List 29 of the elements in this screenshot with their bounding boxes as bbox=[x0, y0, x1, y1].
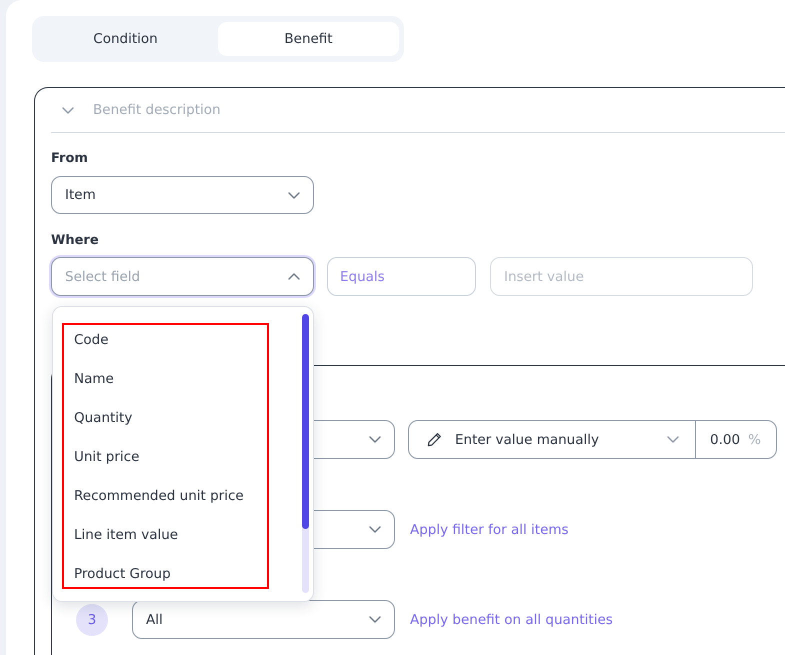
menu-item[interactable]: Name bbox=[72, 367, 116, 391]
field-label: Where bbox=[51, 233, 99, 249]
apply-link[interactable]: Apply benefit on all quantities bbox=[410, 612, 613, 628]
step-badge: 3 bbox=[76, 604, 108, 636]
chevron-down-icon bbox=[369, 526, 381, 533]
amount-field[interactable]: 0.00 % bbox=[696, 421, 776, 458]
menu-item[interactable]: Quantity bbox=[72, 406, 134, 430]
value-input[interactable]: Insert value bbox=[490, 257, 753, 296]
chevron-down-icon bbox=[288, 192, 300, 198]
menu-item[interactable]: Product Group bbox=[72, 562, 173, 586]
field-label: From bbox=[51, 151, 88, 167]
menu-item[interactable]: Recommended unit price bbox=[72, 484, 246, 508]
tab[interactable]: Condition bbox=[35, 22, 216, 56]
select-field[interactable]: All bbox=[132, 600, 395, 639]
chevron-down-icon bbox=[62, 106, 74, 114]
select-field[interactable]: Item bbox=[51, 176, 314, 214]
chevron-up-icon bbox=[288, 273, 300, 280]
mode-select[interactable]: Enter value manually bbox=[409, 421, 696, 458]
menu-item[interactable]: Line item value bbox=[72, 523, 180, 547]
chevron-down-icon bbox=[667, 436, 679, 443]
menu-item[interactable]: Code bbox=[72, 328, 111, 352]
scrollbar-thumb[interactable] bbox=[302, 314, 309, 529]
chevron-down-icon bbox=[369, 436, 381, 443]
menu-item[interactable]: Unit price bbox=[72, 445, 142, 469]
unit-label: % bbox=[748, 432, 761, 448]
tab[interactable]: Benefit bbox=[218, 22, 399, 56]
pencil-icon bbox=[427, 432, 442, 447]
apply-link[interactable]: Apply filter for all items bbox=[410, 522, 569, 538]
chevron-down-icon bbox=[369, 616, 381, 623]
